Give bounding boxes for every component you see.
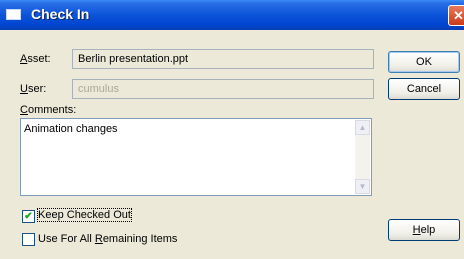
ok-button[interactable]: OK bbox=[388, 51, 460, 73]
window-icon bbox=[6, 9, 21, 20]
asset-label: Asset: bbox=[20, 53, 51, 65]
user-field[interactable]: cumulus bbox=[72, 79, 374, 99]
keep-checked-out-checkbox[interactable]: ✔ bbox=[22, 210, 35, 223]
help-button[interactable]: Help bbox=[388, 219, 460, 241]
use-for-all-checkbox[interactable] bbox=[22, 233, 35, 246]
comments-scrollbar[interactable]: ▲ ▼ bbox=[355, 120, 370, 194]
user-label: User: bbox=[20, 83, 47, 95]
comments-textarea[interactable]: Animation changes ▲ ▼ bbox=[20, 118, 372, 196]
asset-field[interactable]: Berlin presentation.ppt bbox=[72, 49, 374, 69]
cancel-button[interactable]: Cancel bbox=[388, 78, 460, 100]
scroll-down-icon[interactable]: ▼ bbox=[355, 179, 370, 194]
scroll-up-icon[interactable]: ▲ bbox=[355, 120, 370, 135]
title-bar[interactable]: Check In ✕ bbox=[0, 0, 464, 30]
comments-label: Comments: bbox=[20, 104, 77, 116]
use-for-all-label[interactable]: Use For All Remaining Items bbox=[38, 233, 177, 245]
close-button[interactable]: ✕ bbox=[448, 5, 464, 26]
keep-checked-out-label[interactable]: Keep Checked Out bbox=[37, 208, 132, 222]
window-title: Check In bbox=[31, 6, 90, 22]
comments-text: Animation changes bbox=[24, 123, 118, 135]
